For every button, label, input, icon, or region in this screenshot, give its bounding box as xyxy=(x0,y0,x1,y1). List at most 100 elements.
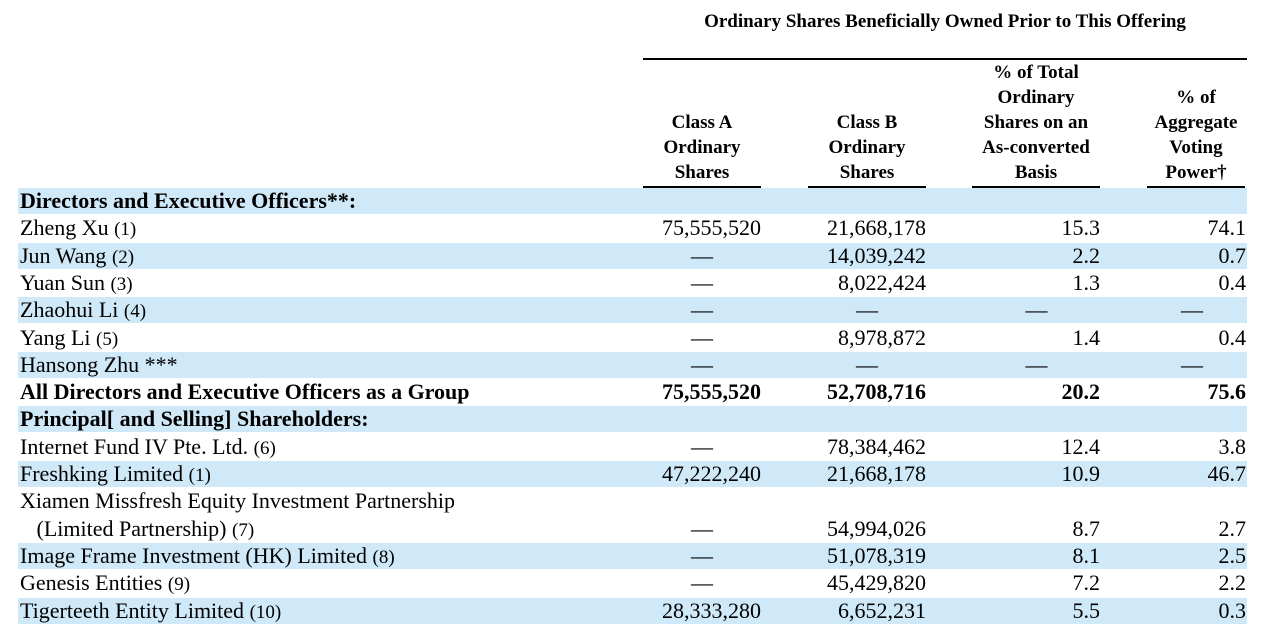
class-a-cell: — xyxy=(691,543,713,568)
pct-voting-cell: — xyxy=(1181,352,1203,377)
class-b-cell: — xyxy=(856,297,878,322)
pct-total-cell: 1.4 xyxy=(1072,325,1101,350)
column-header-label: Class B Ordinary Shares xyxy=(808,110,926,188)
footnote-ref: (10) xyxy=(249,602,282,623)
table-row: Genesis Entities (9) — 45,429,820 7.2 2.2 xyxy=(18,570,1247,596)
row-label: Zheng Xu (1) xyxy=(20,215,136,243)
pct-voting-cell: 0.4 xyxy=(1218,325,1247,350)
class-a-cell: 75,555,520 xyxy=(662,379,761,404)
row-label-text: All Directors and Executive Officers as … xyxy=(20,379,470,404)
footnote-ref: (1) xyxy=(114,219,137,240)
column-header-label: % of Aggregate Voting Power† xyxy=(1147,85,1245,188)
class-b-cell: 45,429,820 xyxy=(827,570,926,595)
table-row: Yuan Sun (3) — 8,022,424 1.3 0.4 xyxy=(18,270,1247,296)
class-b-cell: 14,039,242 xyxy=(827,243,926,268)
row-label: Genesis Entities (9) xyxy=(20,570,190,598)
pct-total-cell: 5.5 xyxy=(1072,598,1101,623)
pct-total-cell: 8.1 xyxy=(1072,543,1101,568)
pct-total-cell: 1.3 xyxy=(1072,270,1101,295)
pct-voting-cell: 3.8 xyxy=(1218,434,1247,459)
row-label: Tigerteeth Entity Limited (10) xyxy=(20,598,281,626)
pct-voting-cell: 2.7 xyxy=(1218,516,1247,541)
footnote-ref: (7) xyxy=(232,520,255,541)
row-label: Zhaohui Li (4) xyxy=(20,297,146,325)
row-label: Yang Li (5) xyxy=(20,325,118,353)
pct-total-cell: — xyxy=(1025,297,1048,322)
class-b-cell: 21,668,178 xyxy=(827,215,926,240)
pct-total-cell: 10.9 xyxy=(1061,461,1101,486)
footnote-ref: (9) xyxy=(167,574,191,595)
row-label: (Limited Partnership) (7) xyxy=(20,516,255,544)
class-a-cell: 28,333,280 xyxy=(662,598,761,623)
column-header-pct-total: % of Total Ordinary Shares on an As-conv… xyxy=(972,60,1102,188)
pct-total-cell: 15.3 xyxy=(1061,215,1101,240)
table-row: Zheng Xu (1) 75,555,520 21,668,178 15.3 74.1 xyxy=(18,215,1247,241)
row-label-text: Yuan Sun xyxy=(20,270,105,295)
column-header-label: Class A Ordinary Shares xyxy=(643,110,761,188)
row-label-text: Xiamen Missfresh Equity Investment Partn… xyxy=(20,488,456,513)
table-row: Image Frame Investment (HK) Limited (8) —… xyxy=(18,543,1247,569)
pct-total-cell: 12.4 xyxy=(1061,434,1101,459)
pct-voting-cell: 0.4 xyxy=(1218,270,1247,295)
class-a-cell: — xyxy=(691,297,713,322)
class-a-cell: — xyxy=(691,325,713,350)
pct-voting-cell: 0.3 xyxy=(1218,598,1247,623)
row-label: Hansong Zhu *** xyxy=(20,352,178,378)
row-label: Internet Fund IV Pte. Ltd. (6) xyxy=(20,434,276,462)
table-row: Freshking Limited (1) 47,222,240 21,668,17… xyxy=(18,461,1247,487)
table-row: Directors and Executive Officers**: xyxy=(18,188,1247,214)
row-label-text: (Limited Partnership) xyxy=(20,516,227,541)
table-row: Xiamen Missfresh Equity Investment Partn… xyxy=(18,488,1247,514)
footnote-ref: (5) xyxy=(96,329,119,350)
row-label: Image Frame Investment (HK) Limited (8) xyxy=(20,543,395,571)
row-label-text: Principal[ and Selling] Shareholders: xyxy=(20,406,369,431)
table-row: All Directors and Executive Officers as … xyxy=(18,379,1247,405)
class-b-cell: 52,708,716 xyxy=(827,379,926,404)
pct-voting-cell: 2.2 xyxy=(1218,570,1247,595)
table-row: Internet Fund IV Pte. Ltd. (6) — 78,384,46… xyxy=(18,434,1247,460)
pct-voting-cell: 2.5 xyxy=(1218,543,1247,568)
pct-total-cell: — xyxy=(1025,352,1048,377)
row-label: Xiamen Missfresh Equity Investment Partn… xyxy=(20,488,455,514)
class-b-cell: — xyxy=(856,352,878,377)
table-row: Zhaohui Li (4) — — — — xyxy=(18,297,1247,323)
pct-voting-cell: — xyxy=(1181,297,1203,322)
row-label-text: Yang Li xyxy=(20,325,91,350)
table-row: (Limited Partnership) (7) — 54,994,026 8.7 2… xyxy=(18,516,1247,542)
class-a-cell: 75,555,520 xyxy=(662,215,761,240)
row-label-text: Tigerteeth Entity Limited xyxy=(20,598,245,623)
table-row: Jun Wang (2) — 14,039,242 2.2 0.7 xyxy=(18,243,1247,269)
pct-total-cell: 8.7 xyxy=(1072,516,1101,541)
pct-voting-cell: 46.7 xyxy=(1207,461,1247,486)
footnote-ref: (8) xyxy=(372,547,395,568)
column-header-class-a: Class A Ordinary Shares xyxy=(643,60,763,188)
class-b-cell: 78,384,462 xyxy=(827,434,926,459)
row-label-text: Freshking Limited xyxy=(20,461,184,486)
row-label: All Directors and Executive Officers as … xyxy=(20,379,470,405)
footnote-ref: (2) xyxy=(111,247,135,268)
class-a-cell: — xyxy=(691,243,713,268)
pct-total-cell: 7.2 xyxy=(1072,570,1101,595)
row-label: Jun Wang (2) xyxy=(20,243,134,271)
table-row: Tigerteeth Entity Limited (10) 28,333,280… xyxy=(18,598,1247,624)
row-label-text: Internet Fund IV Pte. Ltd. xyxy=(20,434,249,459)
row-label-text: Zhaohui Li xyxy=(20,297,119,322)
footnote-ref: (6) xyxy=(253,438,276,459)
class-a-cell: 47,222,240 xyxy=(662,461,761,486)
pct-total-cell: 20.2 xyxy=(1061,379,1101,404)
row-label-text: Hansong Zhu *** xyxy=(20,352,178,377)
footnote-ref: (3) xyxy=(110,274,133,295)
row-label-text: Zheng Xu xyxy=(20,215,109,240)
class-b-cell: 51,078,319 xyxy=(827,543,926,568)
class-a-cell: — xyxy=(691,516,713,541)
class-b-cell: 8,978,872 xyxy=(838,325,926,350)
column-header-label: % of Total Ordinary Shares on an As-conv… xyxy=(972,60,1100,188)
class-a-cell: — xyxy=(691,270,713,295)
table-row: Principal[ and Selling] Shareholders: xyxy=(18,406,1247,432)
row-label: Directors and Executive Officers**: xyxy=(20,188,356,214)
pct-voting-cell: 74.1 xyxy=(1207,215,1247,240)
class-b-cell: 6,652,231 xyxy=(838,598,926,623)
pct-voting-cell: 75.6 xyxy=(1207,379,1247,404)
class-b-cell: 8,022,424 xyxy=(838,270,926,295)
group-header: Ordinary Shares Beneficially Owned Prior… xyxy=(704,11,1186,32)
